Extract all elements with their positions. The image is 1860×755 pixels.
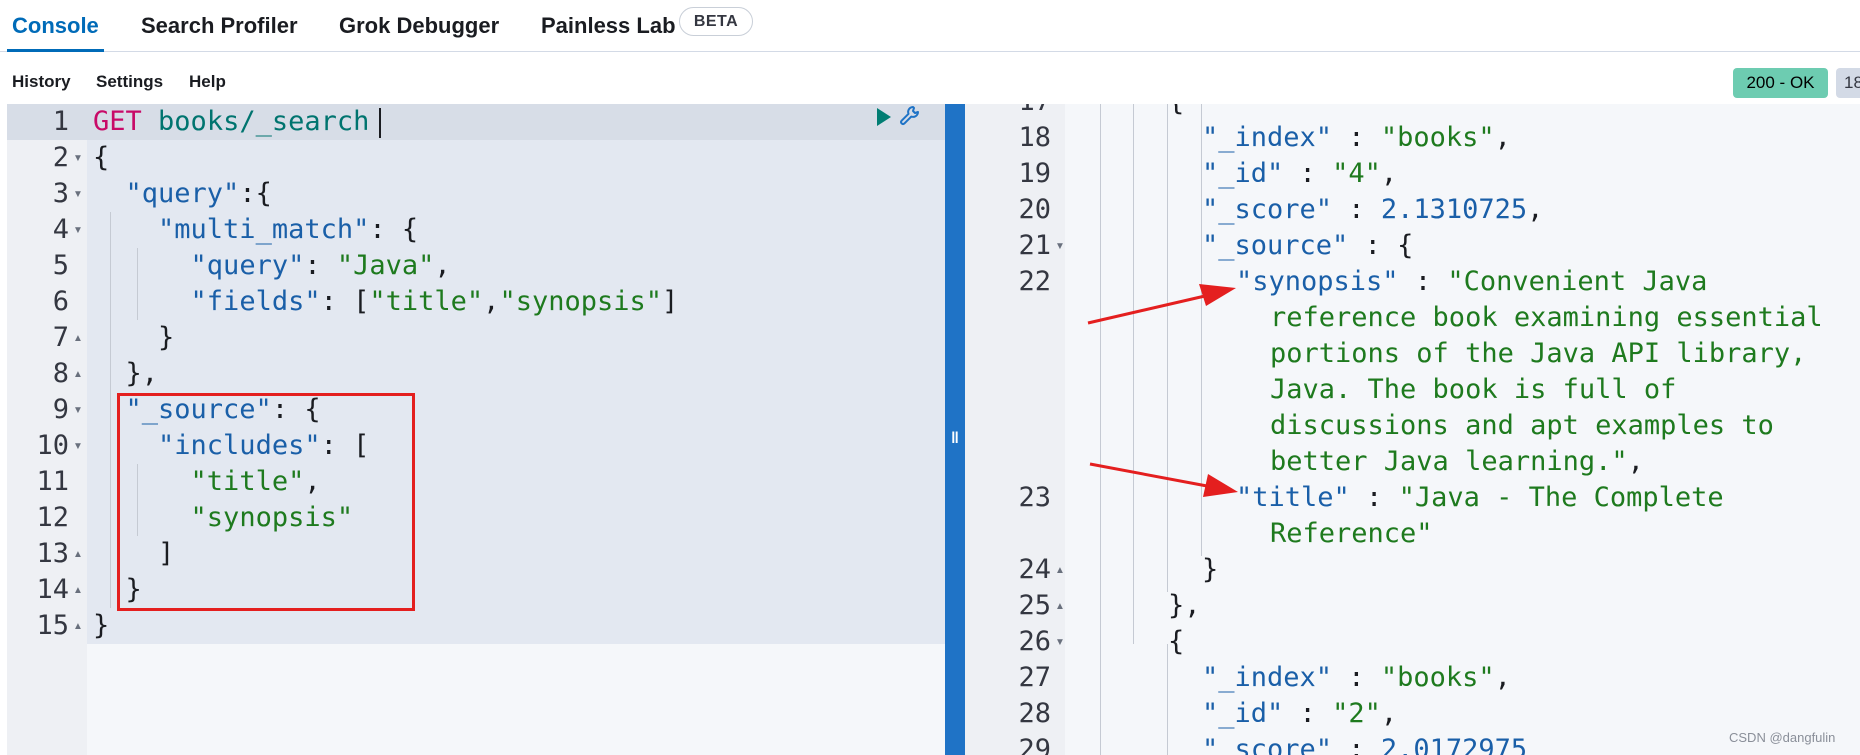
watermark: CSDN @dangfulin [1729,730,1836,745]
arrow-line [1089,462,1208,488]
arrow-head-icon [1199,284,1236,306]
arrow-head-icon [1203,474,1238,497]
arrow-line [1087,294,1206,325]
annotation-arrows [1087,284,1238,497]
